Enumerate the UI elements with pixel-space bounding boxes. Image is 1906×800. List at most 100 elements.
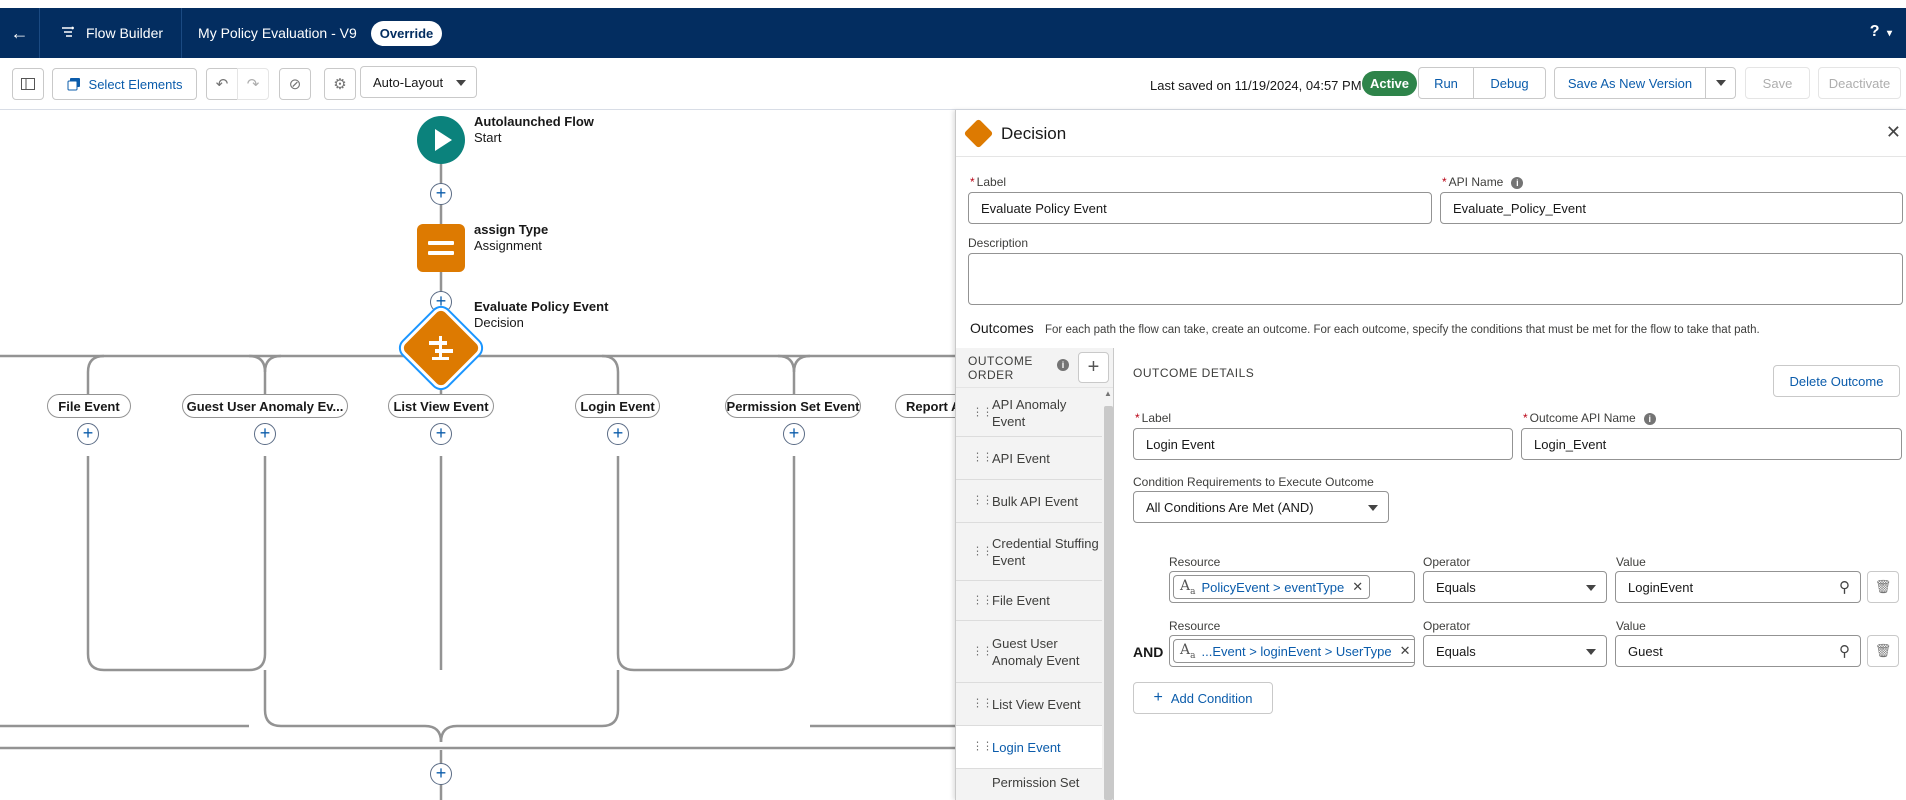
api-name-input[interactable]: Evaluate_Policy_Event <box>1440 192 1903 224</box>
outcome-order-scroll-thumb[interactable] <box>1104 406 1113 800</box>
outcome-order-item-selected[interactable]: ⋮⋮ Login Event <box>956 726 1102 769</box>
add-outcome-button[interactable]: + <box>1078 352 1109 383</box>
add-element-button[interactable]: + <box>430 763 452 785</box>
save-as-new-version-button[interactable]: Save As New Version <box>1554 67 1706 99</box>
save-button[interactable]: Save <box>1745 67 1810 99</box>
search-icon: ⚲ <box>1839 579 1850 596</box>
add-element-button[interactable]: + <box>783 423 805 445</box>
outcome-order-item[interactable]: ⋮⋮ Guest User Anomaly Event <box>956 621 1102 683</box>
undo-button[interactable]: ↶ <box>206 68 238 100</box>
add-element-button[interactable]: + <box>430 183 452 205</box>
branch-permission-set-event[interactable]: Permission Set Event <box>725 394 861 418</box>
assignment-node[interactable] <box>417 224 465 272</box>
toolbar: Select Elements ↶ ↷ ⊘ ⚙ Auto-Layout Last… <box>0 58 1906 110</box>
trash-icon: 🗑 <box>1874 579 1892 594</box>
add-element-button[interactable]: + <box>430 423 452 445</box>
branch-login-event[interactable]: Login Event <box>575 394 660 418</box>
condition-requirements-select[interactable]: All Conditions Are Met (AND) <box>1133 491 1389 523</box>
layout-select-value: Auto-Layout <box>373 74 444 90</box>
branch-guest-user-anomaly[interactable]: Guest User Anomaly Ev... <box>182 394 348 418</box>
outcome-details-label: OUTCOME DETAILS <box>1133 366 1255 380</box>
branch-list-view-event[interactable]: List View Event <box>388 394 494 418</box>
outcome-api-name-field-label: * Outcome API Name i <box>1523 411 1656 425</box>
outcome-order-item[interactable]: ⋮⋮ Credential Stuffing Event <box>956 523 1102 581</box>
add-condition-button[interactable]: + Add Condition <box>1133 682 1273 714</box>
connector-lines <box>0 150 955 800</box>
outcome-api-name-input[interactable]: Login_Event <box>1521 428 1902 460</box>
outcome-order-item-label: Guest User Anomaly Event <box>992 635 1080 668</box>
outcome-order-item[interactable]: ⋮⋮ List View Event <box>956 683 1102 726</box>
settings-button[interactable]: ⚙ <box>324 68 356 100</box>
outcome-label-input[interactable]: Login Event <box>1133 428 1513 460</box>
decision-properties-panel: Decision ✕ * Label Evaluate Policy Event … <box>955 110 1906 800</box>
delete-outcome-button[interactable]: Delete Outcome <box>1773 365 1900 397</box>
remove-icon[interactable]: ✕ <box>1352 579 1363 595</box>
drag-handle-icon: ⋮⋮ <box>972 645 993 657</box>
save-options-menu-button[interactable] <box>1705 67 1736 99</box>
outcome-order-item[interactable]: ⋮⋮ API Event <box>956 437 1102 480</box>
branch-report-anomaly[interactable]: Report A <box>895 394 955 418</box>
outcome-order-item[interactable]: ⋮⋮ File Event <box>956 581 1102 621</box>
operator-select[interactable]: Equals <box>1423 571 1607 603</box>
resource-input[interactable]: Aa ...Event > loginEvent > UserType ✕ <box>1169 635 1415 667</box>
outcome-order-item[interactable]: ⋮⋮ API Anomaly Event <box>956 389 1102 437</box>
branch-file-event[interactable]: File Event <box>47 394 131 418</box>
save-label: Save <box>1762 75 1793 91</box>
delete-outcome-label: Delete Outcome <box>1789 373 1884 389</box>
value-text: LoginEvent <box>1628 579 1694 595</box>
delete-condition-button[interactable]: 🗑 <box>1867 571 1899 603</box>
resource-input[interactable]: Aa PolicyEvent > eventType ✕ <box>1169 571 1415 603</box>
redo-button[interactable]: ↷ <box>237 68 269 100</box>
chevron-down-icon <box>1368 505 1378 511</box>
start-node[interactable] <box>417 116 465 164</box>
operator-value: Equals <box>1436 643 1476 659</box>
api-name-field-label: * API Name i <box>1442 175 1524 189</box>
outcome-order-label: OUTCOME ORDER <box>968 354 1033 382</box>
help-menu[interactable]: ? ▾ <box>1870 23 1892 41</box>
value-input[interactable]: LoginEvent ⚲ <box>1615 571 1861 603</box>
add-element-button[interactable]: + <box>254 423 276 445</box>
override-badge[interactable]: Override <box>370 20 443 46</box>
text-type-icon: Aa <box>1180 641 1196 661</box>
flow-canvas[interactable]: Autolaunched Flow Start + assign Type As… <box>0 110 955 800</box>
panel-title: Decision <box>1001 124 1067 143</box>
text-type-icon: Aa <box>1180 577 1196 597</box>
back-button[interactable]: ← <box>0 8 40 58</box>
scroll-up-icon[interactable]: ▲ <box>1104 389 1112 398</box>
play-icon <box>435 129 452 151</box>
description-textarea[interactable] <box>968 253 1903 305</box>
value-input[interactable]: Guest ⚲ <box>1615 635 1861 667</box>
layout-select[interactable]: Auto-Layout <box>360 66 477 98</box>
label-input[interactable]: Evaluate Policy Event <box>968 192 1432 224</box>
undo-icon: ↶ <box>215 76 229 93</box>
close-icon[interactable]: ✕ <box>1886 122 1901 143</box>
cancel-connect-button[interactable]: ⊘ <box>279 68 311 100</box>
select-elements-button[interactable]: Select Elements <box>52 68 197 100</box>
outcome-order-header: OUTCOME ORDER i + <box>956 348 1113 388</box>
trash-icon: 🗑 <box>1874 643 1892 658</box>
outcome-order-item-label: Login Event <box>992 739 1061 755</box>
condition-requirements-value: All Conditions Are Met (AND) <box>1146 499 1314 515</box>
resource-pill[interactable]: Aa PolicyEvent > eventType ✕ <box>1173 575 1371 599</box>
outcome-order-item[interactable]: Permission Set <box>956 769 1102 800</box>
debug-button[interactable]: Debug <box>1473 67 1546 99</box>
drag-handle-icon: ⋮⋮ <box>972 494 993 507</box>
resource-pill[interactable]: Aa ...Event > loginEvent > UserType ✕ <box>1173 639 1414 663</box>
toggle-panel-button[interactable] <box>12 68 44 100</box>
deactivate-button[interactable]: Deactivate <box>1818 67 1901 99</box>
run-button[interactable]: Run <box>1418 67 1474 99</box>
value-label: Value <box>1616 555 1646 569</box>
add-element-button[interactable]: + <box>607 423 629 445</box>
outcome-order-item[interactable]: ⋮⋮ Bulk API Event <box>956 480 1102 523</box>
plus-icon: + <box>1153 689 1163 706</box>
add-element-button[interactable]: + <box>77 423 99 445</box>
outcome-order-item-label: Permission Set <box>992 775 1080 790</box>
operator-label: Operator <box>1423 555 1471 569</box>
delete-condition-button[interactable]: 🗑 <box>1867 635 1899 667</box>
drag-handle-icon: ⋮⋮ <box>972 740 993 753</box>
prohibited-icon: ⊘ <box>288 76 302 93</box>
remove-icon[interactable]: ✕ <box>1400 643 1411 659</box>
start-node-title: Autolaunched Flow <box>474 114 594 129</box>
select-elements-label: Select Elements <box>88 76 183 92</box>
operator-select[interactable]: Equals <box>1423 635 1607 667</box>
